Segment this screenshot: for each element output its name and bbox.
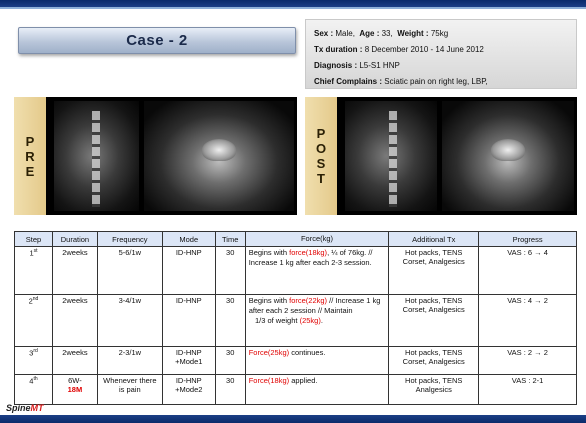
info-line-complaint: Chief Complains : Sciatic pain on right … xyxy=(314,74,568,90)
pre-axial-mri-image xyxy=(144,101,294,211)
case-title: Case - 2 xyxy=(18,27,296,54)
additional-tx-cell: Hot packs, TENS Corset, Analgesics xyxy=(388,346,480,375)
diagnosis-value: L5-S1 HNP xyxy=(359,61,400,70)
weight-label: Weight : xyxy=(397,29,429,38)
duration-cell: 2weeks xyxy=(51,294,98,347)
frequency-cell: 2-3/1w xyxy=(96,346,163,375)
step-cell: 1st xyxy=(14,246,53,295)
header-frequency: Frequency xyxy=(96,231,163,247)
table-row: 3rd 2weeks 2-3/1w ID-HNP +Mode1 30 Force… xyxy=(14,346,577,375)
slide: Case - 2 Sex : Male, Age : 33, Weight : … xyxy=(0,0,586,423)
age-label: Age : xyxy=(359,29,380,38)
table-row: 2nd 2weeks 3-4/1w ID-HNP 30 Begins with … xyxy=(14,294,577,347)
post-imaging-panel: P O S T xyxy=(305,97,577,215)
top-accent-line xyxy=(0,7,586,9)
frequency-cell: Whenever there is pain xyxy=(96,374,163,405)
header-duration: Duration xyxy=(51,231,98,247)
treatment-table: Step Duration Frequency Mode Time Force(… xyxy=(14,231,577,405)
table-row: 1st 2weeks 5-6/1w ID-HNP 30 Begins with … xyxy=(14,246,577,295)
sex-value: Male, xyxy=(335,29,355,38)
additional-tx-cell: Hot packs, TENS Analgesics xyxy=(388,374,480,405)
tx-value: 8 December 2010 - 14 June 2012 xyxy=(364,45,484,54)
force-cell: Begins with force(18kg), ¼ of 76kg. // I… xyxy=(244,246,390,295)
duration-cell: 2weeks xyxy=(51,246,98,295)
time-cell: 30 xyxy=(214,374,246,405)
table-row: 4th 6W- 18M Whenever there is pain ID-HNP… xyxy=(14,374,577,405)
additional-tx-cell: Hot packs, TENS Corset, Analgesics xyxy=(388,246,480,295)
frequency-cell: 5-6/1w xyxy=(96,246,163,295)
weight-value: 75kg xyxy=(430,29,449,38)
pre-imaging-panel: P R E xyxy=(14,97,297,215)
tx-label: Tx duration : xyxy=(314,45,363,54)
table-header-row: Step Duration Frequency Mode Time Force(… xyxy=(14,231,577,247)
additional-tx-cell: Hot packs, TENS Corset, Analgesics xyxy=(388,294,480,347)
header-step: Step xyxy=(14,231,53,247)
complaint-label: Chief Complains : xyxy=(314,77,383,86)
duration-cell: 2weeks xyxy=(51,346,98,375)
step-cell: 2nd xyxy=(14,294,53,347)
info-line-tx: Tx duration : 8 December 2010 - 14 June … xyxy=(314,42,568,58)
diagnosis-label: Diagnosis : xyxy=(314,61,358,70)
header-progress: Progress xyxy=(478,231,577,247)
progress-cell: VAS : 2 → 2 xyxy=(478,346,577,375)
info-line-demographics: Sex : Male, Age : 33, Weight : 75kg xyxy=(314,26,568,42)
time-cell: 30 xyxy=(214,246,246,295)
pre-label: P R E xyxy=(14,97,46,215)
sex-label: Sex : xyxy=(314,29,334,38)
bottom-bar xyxy=(0,415,586,423)
header-force: Force(kg) xyxy=(244,231,390,247)
mode-cell: ID-HNP +Mode1 xyxy=(161,346,216,375)
header-additional-tx: Additional Tx xyxy=(388,231,480,247)
header-mode: Mode xyxy=(161,231,216,247)
step-cell: 3rd xyxy=(14,346,53,375)
post-label: P O S T xyxy=(305,97,337,215)
pre-sagittal-mri-image xyxy=(54,101,139,211)
info-line-diagnosis: Diagnosis : L5-S1 HNP xyxy=(314,58,568,74)
progress-cell: VAS : 4 → 2 xyxy=(478,294,577,347)
frequency-cell: 3-4/1w xyxy=(96,294,163,347)
force-cell: Begins with force(22kg) // Increase 1 kg… xyxy=(244,294,390,347)
time-cell: 30 xyxy=(214,346,246,375)
step-cell: 4th xyxy=(14,374,53,405)
progress-cell: VAS : 2-1 xyxy=(478,374,577,405)
mode-cell: ID-HNP xyxy=(161,246,216,295)
patient-info-box: Sex : Male, Age : 33, Weight : 75kg Tx d… xyxy=(305,19,577,89)
spinemt-logo: SpineMT xyxy=(6,403,44,413)
mode-cell: ID-HNP xyxy=(161,294,216,347)
age-value: 33, xyxy=(381,29,393,38)
time-cell: 30 xyxy=(214,294,246,347)
complaint-value: Sciatic pain on right leg, LBP, xyxy=(384,77,488,86)
mode-cell: ID-HNP +Mode2 xyxy=(161,374,216,405)
progress-cell: VAS : 6 → 4 xyxy=(478,246,577,295)
force-cell: Force(25kg) continues. xyxy=(244,346,390,375)
duration-cell: 6W- 18M xyxy=(51,374,98,405)
force-cell: Force(18kg) applied. xyxy=(244,374,390,405)
post-sagittal-mri-image xyxy=(345,101,437,211)
header-time: Time xyxy=(214,231,246,247)
post-axial-mri-image xyxy=(442,101,574,211)
top-bar xyxy=(0,0,586,7)
